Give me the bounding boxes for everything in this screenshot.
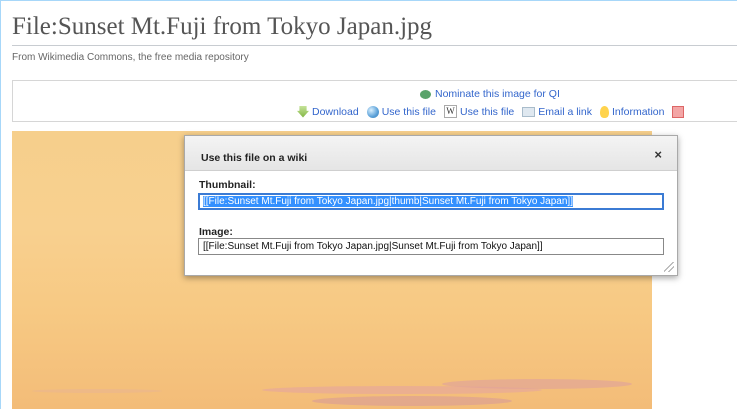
file-tools: Download Use this file W Use this file E… xyxy=(297,105,692,118)
nominate-qi-link[interactable]: Nominate this image for QI xyxy=(420,88,560,100)
globe-icon xyxy=(366,105,379,118)
extra-tool-link[interactable] xyxy=(672,105,685,118)
cloud-shape xyxy=(442,379,632,389)
use-this-file-web-link[interactable]: Use this file xyxy=(366,105,436,118)
thumbnail-code-selection: [[File:Sunset Mt.Fuji from Tokyo Japan.j… xyxy=(203,196,573,207)
download-link[interactable]: Download xyxy=(297,105,359,118)
use-file-dialog: Use this file on a wiki × Thumbnail: [[F… xyxy=(184,135,678,276)
cloud-shape xyxy=(32,389,162,393)
site-tagline: From Wikimedia Commons, the free media r… xyxy=(12,52,249,63)
title-divider xyxy=(12,45,737,46)
resize-grip-icon[interactable] xyxy=(664,262,674,272)
nominate-qi-label: Nominate this image for QI xyxy=(435,88,560,100)
use-this-file-web-label: Use this file xyxy=(381,105,436,118)
email-link[interactable]: Email a link xyxy=(522,106,592,118)
thumbnail-label: Thumbnail: xyxy=(199,179,256,191)
information-label: Information xyxy=(611,105,665,118)
image-code-field[interactable]: [[File:Sunset Mt.Fuji from Tokyo Japan.j… xyxy=(198,238,664,255)
red-square-icon xyxy=(672,105,685,118)
wikipedia-w-icon: W xyxy=(443,105,457,118)
email-icon xyxy=(522,106,536,117)
cloud-shape xyxy=(312,396,512,406)
close-icon[interactable]: × xyxy=(654,147,662,162)
dialog-title: Use this file on a wiki xyxy=(201,152,308,164)
qi-leaf-icon xyxy=(420,89,431,99)
email-link-label: Email a link xyxy=(538,105,592,118)
page-title: File:Sunset Mt.Fuji from Tokyo Japan.jpg xyxy=(12,13,433,40)
lightbulb-icon xyxy=(599,105,609,118)
information-link[interactable]: Information xyxy=(599,105,665,118)
dialog-header[interactable]: Use this file on a wiki × xyxy=(185,136,677,171)
use-this-file-wiki-link[interactable]: W Use this file xyxy=(443,105,515,118)
download-label: Download xyxy=(312,105,359,118)
download-icon xyxy=(297,105,309,118)
image-label: Image: xyxy=(199,226,233,238)
thumbnail-code-field[interactable]: [[File:Sunset Mt.Fuji from Tokyo Japan.j… xyxy=(198,193,664,210)
use-this-file-wiki-label: Use this file xyxy=(459,105,515,118)
